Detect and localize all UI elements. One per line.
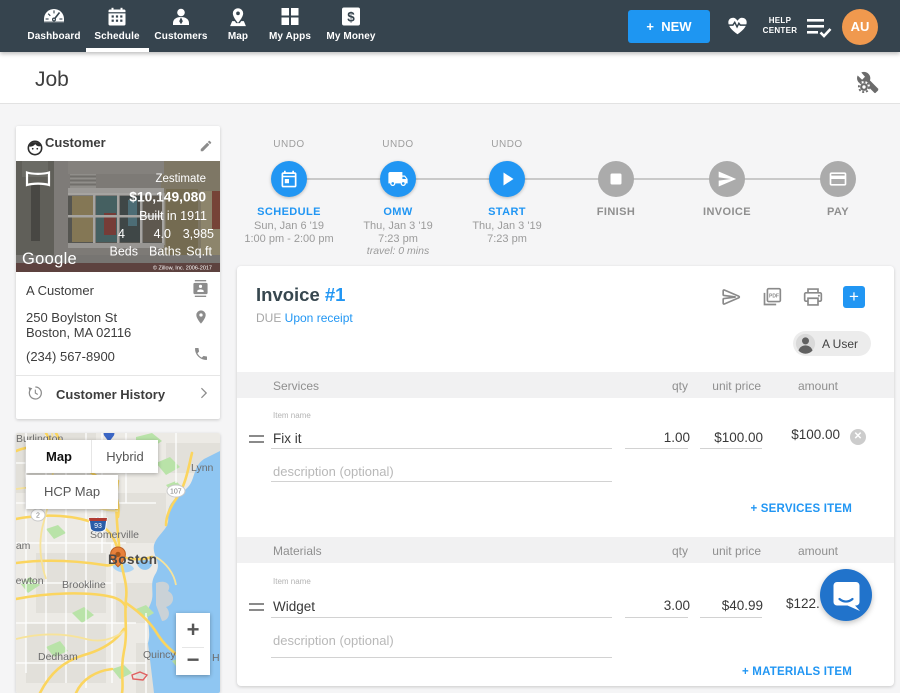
- svg-text:4: 4: [118, 227, 125, 241]
- svg-text:$10,149,080: $10,149,080: [129, 190, 206, 205]
- svg-text:Brookline: Brookline: [62, 579, 106, 591]
- svg-text:107: 107: [170, 489, 182, 496]
- svg-text:4.0: 4.0: [154, 227, 171, 241]
- svg-text:Google: Google: [22, 250, 77, 268]
- svg-text:Zestimate: Zestimate: [156, 173, 207, 185]
- svg-text:PDF: PDF: [769, 293, 779, 299]
- svg-text:Built in 1911: Built in 1911: [139, 209, 207, 223]
- svg-text:$: $: [347, 9, 355, 24]
- svg-text:ham: ham: [16, 540, 31, 552]
- svg-text:Lynn: Lynn: [191, 462, 214, 474]
- svg-text:© Zillow, Inc. 2006-2017: © Zillow, Inc. 2006-2017: [153, 265, 212, 272]
- svg-text:Newton: Newton: [16, 575, 44, 587]
- svg-text:Beds: Beds: [110, 245, 139, 259]
- svg-text:Quincy: Quincy: [143, 649, 176, 661]
- svg-text:2: 2: [36, 513, 40, 520]
- svg-text:Boston: Boston: [108, 552, 158, 567]
- svg-text:Hi: Hi: [212, 652, 220, 664]
- svg-text:Sq.ft: Sq.ft: [186, 245, 212, 259]
- svg-text:3,985: 3,985: [183, 227, 214, 241]
- svg-text:Dedham: Dedham: [38, 651, 78, 663]
- svg-text:93: 93: [94, 523, 102, 530]
- svg-text:Baths: Baths: [149, 245, 181, 259]
